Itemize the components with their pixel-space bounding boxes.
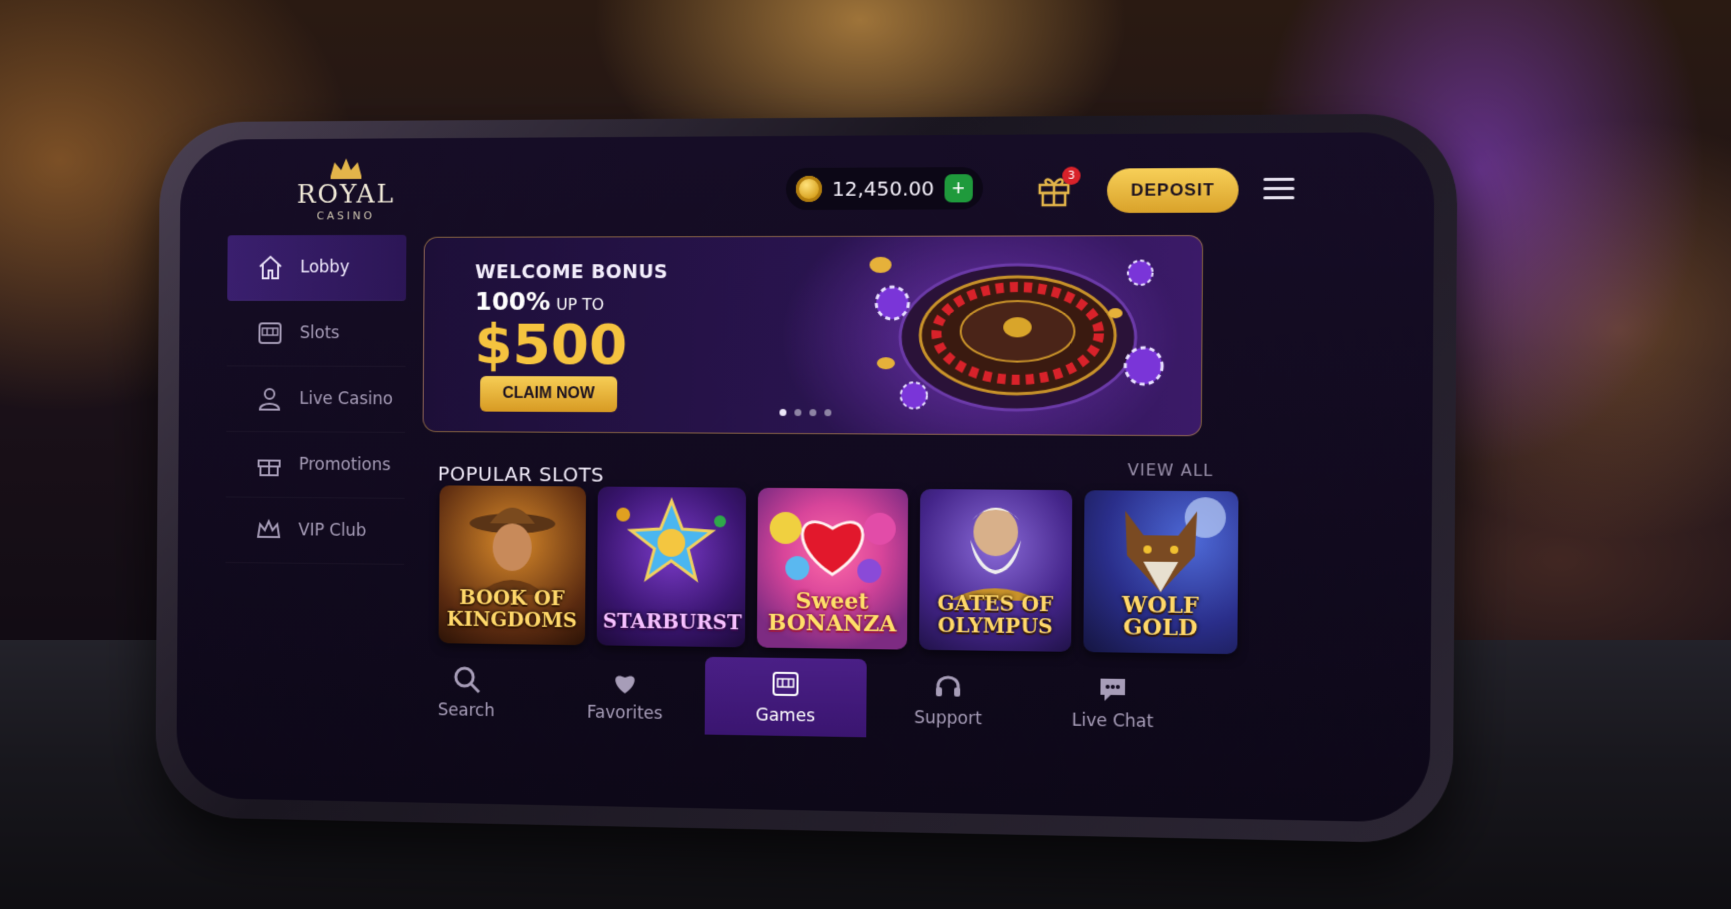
bonus-amount: $500	[474, 312, 628, 378]
claim-now-button[interactable]: CLAIM NOW	[479, 375, 618, 413]
section-title: POPULAR SLOTS	[437, 461, 605, 487]
nav-games[interactable]: Games	[704, 656, 867, 738]
nav-label: Games	[755, 705, 816, 727]
game-title: GATES OF OLYMPUS	[937, 590, 1054, 639]
sidebar-item-label: Lobby	[300, 257, 350, 278]
game-card[interactable]: STARBURST	[596, 486, 747, 648]
search-icon	[451, 663, 482, 695]
wolf-icon	[1124, 497, 1227, 593]
sidebar-item-live-casino[interactable]: Live Casino	[226, 366, 406, 433]
hamburger-icon-line	[1263, 177, 1295, 181]
bonus-percent-value: 100%	[474, 287, 551, 316]
heart-icon	[615, 675, 635, 694]
star-gem-icon	[616, 487, 727, 598]
game-card[interactable]: GATES OF OLYMPUS	[919, 488, 1073, 652]
bottom-nav: Search Favorites Games Support Live Chat	[388, 652, 1196, 743]
notification-badge: 3	[1062, 166, 1081, 185]
game-title: BOOK OF KINGDOMS	[446, 585, 578, 633]
gift-icon	[255, 450, 284, 480]
sidebar: Lobby Slots Live Casino Promotions VIP C…	[225, 234, 407, 565]
promo-banner[interactable]: WELCOME BONUS 100% UP TO $500 CLAIM NOW	[422, 235, 1204, 437]
heart-candy-icon	[770, 512, 896, 584]
slot-machine-icon	[256, 318, 285, 347]
carousel-dot[interactable]	[809, 409, 817, 417]
adventurer-icon	[469, 507, 556, 596]
game-card[interactable]: BOOK OF KINGDOMS	[438, 485, 587, 646]
phone-frame: ROYAL CASINO 12,450.00 + 3 DEPOSIT Lobby…	[155, 113, 1458, 844]
game-title: Sweet BONANZA	[767, 588, 897, 638]
sidebar-item-label: Live Casino	[299, 389, 393, 410]
sidebar-item-label: Slots	[299, 323, 340, 344]
carousel-dots	[779, 408, 832, 417]
headset-icon	[932, 670, 965, 697]
sidebar-item-vip-club[interactable]: VIP Club	[225, 497, 405, 565]
hamburger-icon-line	[1263, 186, 1295, 191]
crown-icon	[330, 158, 362, 180]
sidebar-item-label: VIP Club	[298, 520, 367, 541]
app-screen: ROYAL CASINO 12,450.00 + 3 DEPOSIT Lobby…	[176, 132, 1435, 823]
hamburger-icon-line	[1263, 196, 1295, 200]
carousel-dot[interactable]	[824, 409, 832, 417]
nav-label: Search	[437, 700, 495, 722]
crown-icon	[254, 515, 283, 545]
dealer-icon	[255, 384, 284, 414]
chat-icon	[1100, 678, 1126, 702]
brand-title: ROYAL	[296, 179, 396, 210]
menu-button[interactable]	[1263, 177, 1295, 203]
view-all-link[interactable]: VIEW ALL	[1128, 460, 1214, 480]
carousel-dot[interactable]	[779, 408, 787, 416]
roulette-wheel-image	[869, 244, 1171, 427]
balance-amount: 12,450.00	[831, 176, 935, 201]
bonus-up-to: UP TO	[556, 294, 605, 314]
game-card[interactable]: Sweet BONANZA	[756, 487, 909, 650]
games-row: BOOK OF KINGDOMS STARBURST Sweet BONANZA…	[438, 485, 1239, 655]
add-funds-button[interactable]: +	[944, 174, 973, 203]
nav-search[interactable]: Search	[388, 652, 546, 731]
bonus-percent: 100% UP TO	[475, 287, 604, 316]
gift-button[interactable]: 3	[1036, 166, 1081, 207]
nav-label: Support	[913, 707, 982, 730]
coin-icon	[795, 175, 823, 202]
deposit-button[interactable]: DEPOSIT	[1106, 167, 1239, 214]
nav-favorites[interactable]: Favorites	[545, 655, 705, 735]
sidebar-item-slots[interactable]: Slots	[226, 300, 406, 367]
carousel-dot[interactable]	[794, 409, 802, 417]
nav-live-chat[interactable]: Live Chat	[1030, 661, 1196, 743]
brand-subtitle: CASINO	[316, 209, 375, 223]
home-icon	[256, 253, 285, 282]
sidebar-item-lobby[interactable]: Lobby	[227, 234, 407, 301]
balance-display: 12,450.00 +	[785, 167, 983, 211]
slot-machine-icon	[773, 671, 799, 697]
brand-logo[interactable]: ROYAL CASINO	[283, 156, 409, 222]
sidebar-item-promotions[interactable]: Promotions	[225, 431, 406, 499]
nav-label: Live Chat	[1071, 710, 1154, 733]
game-card[interactable]: WOLF GOLD	[1083, 490, 1239, 655]
zeus-icon	[949, 507, 1042, 601]
nav-support[interactable]: Support	[866, 659, 1030, 740]
game-title: STARBURST	[602, 608, 742, 635]
bonus-title: WELCOME BONUS	[475, 261, 669, 284]
game-title: WOLF GOLD	[1121, 591, 1200, 642]
nav-label: Favorites	[586, 702, 663, 724]
sidebar-item-label: Promotions	[298, 454, 391, 476]
